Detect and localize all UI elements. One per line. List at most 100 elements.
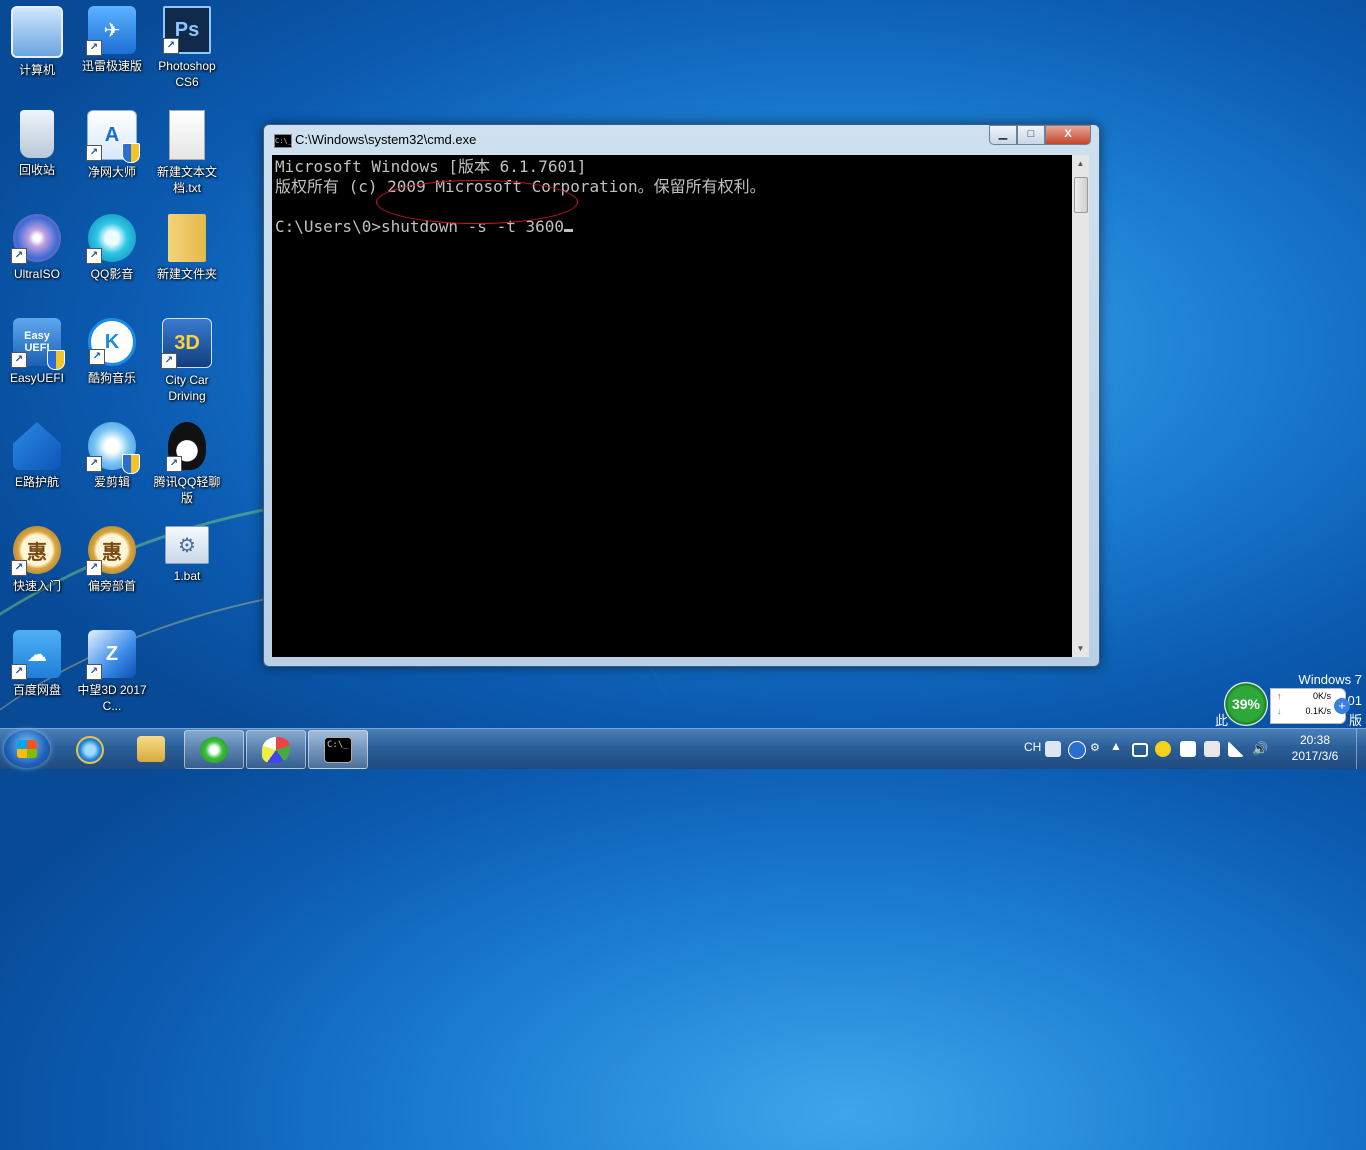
desktop-icon-thunder[interactable]: ✈ ↗ 迅雷极速版 <box>76 0 148 74</box>
folder-icon <box>168 214 206 262</box>
text-file-icon <box>169 110 205 160</box>
clock-date: 2017/3/6 <box>1291 749 1339 763</box>
taskbar-paint[interactable] <box>246 730 306 769</box>
network-meter[interactable]: 39% ↑ 0K/s ↓ 0.1K/s + <box>1224 682 1352 726</box>
settings-icon[interactable]: ⚙ <box>1090 741 1106 757</box>
taskbar-cmd[interactable]: C:\_ <box>308 730 368 769</box>
desktop-icon-easyuefi[interactable]: Easy UEFI ↗ EasyUEFI <box>1 312 73 386</box>
icon-label: 爱剪辑 <box>93 475 130 489</box>
clock[interactable]: 20:38 2017/3/6 <box>1282 732 1348 764</box>
city-car-icon: 3D ↗ <box>161 318 212 369</box>
penguin-icon: ↗ <box>166 422 206 472</box>
close-button[interactable]: X <box>1045 125 1091 145</box>
net-master-icon: A ↗ <box>86 110 140 163</box>
desktop-icon-baidu-netdisk[interactable]: ☁ ↗ 百度网盘 <box>1 624 73 698</box>
volume-icon[interactable]: 🔊 <box>1252 741 1268 757</box>
icon-label: EasyUEFI <box>9 371 64 385</box>
red-annotation-circle <box>376 180 578 224</box>
folder-icon <box>137 736 165 762</box>
language-indicator[interactable]: CH <box>1024 740 1041 780</box>
desktop-icon-quick-start[interactable]: 惠 ↗ 快速入门 <box>1 520 73 594</box>
console-output[interactable]: Microsoft Windows [版本 6.1.7601] 版权所有 (c) … <box>272 155 1072 657</box>
icon-label: 腾讯QQ轻聊版 <box>153 475 221 505</box>
icon-label: 新建文本文档.txt <box>156 165 217 195</box>
coin-icon: 惠 ↗ <box>86 526 136 576</box>
error-icon[interactable] <box>1180 741 1196 757</box>
coin-icon: 惠 ↗ <box>11 526 61 576</box>
taskbar-browser[interactable] <box>184 730 244 769</box>
ie-icon <box>76 736 104 764</box>
icon-label: 中望3D 2017 C... <box>77 683 147 713</box>
window-controls: ▁ □ X <box>989 125 1091 145</box>
icon-label: 快速入门 <box>12 579 61 593</box>
film-reel-icon: ↗ <box>86 214 136 264</box>
clock-time: 20:38 <box>1299 733 1331 747</box>
desktop-icon-zw3d[interactable]: Z ↗ 中望3D 2017 C... <box>76 624 148 714</box>
desktop-icon-new-text-file[interactable]: 新建文本文档.txt <box>151 104 223 196</box>
taskbar-ie[interactable] <box>60 730 118 767</box>
download-arrow-icon: ↓ <box>1277 706 1282 716</box>
desktop-icon-qq-lite[interactable]: ↗ 腾讯QQ轻聊版 <box>151 416 223 506</box>
desktop-icon-bat-file[interactable]: ⚙ 1.bat <box>151 520 223 584</box>
display-icon[interactable] <box>1132 743 1148 757</box>
palette-icon <box>262 737 290 763</box>
easyuefi-icon: Easy UEFI ↗ <box>11 318 65 370</box>
taskbar: C:\_ CH ⚙ ▲ 🔊 20:38 2017/3/6 <box>0 728 1366 769</box>
vertical-scrollbar[interactable]: ▲ ▼ <box>1072 155 1089 657</box>
plus-icon[interactable]: + <box>1334 698 1350 714</box>
cmd-window[interactable]: C:\_ C:\Windows\system32\cmd.exe ▁ □ X M… <box>263 124 1100 667</box>
photoshop-icon: Ps ↗ <box>163 6 211 54</box>
icon-label: 回收站 <box>18 163 55 177</box>
icon-label: 偏旁部首 <box>87 579 136 593</box>
console-prompt: C:\Users\0> <box>275 217 381 236</box>
desktop-icon-recycle-bin[interactable]: 回收站 <box>1 104 73 178</box>
plus-circle-icon[interactable] <box>1155 741 1171 757</box>
help-icon[interactable] <box>1068 741 1086 759</box>
icon-label: 净网大师 <box>87 165 136 179</box>
scroll-down-arrow-icon[interactable]: ▼ <box>1072 640 1089 657</box>
desktop-icon-net-master[interactable]: A ↗ 净网大师 <box>76 104 148 180</box>
show-hidden-icons-icon[interactable]: ▲ <box>1110 739 1126 755</box>
show-desktop-button[interactable] <box>1356 729 1366 769</box>
upload-arrow-icon: ↑ <box>1277 691 1282 701</box>
icon-label: E路护航 <box>14 475 59 489</box>
windows-logo-icon <box>17 740 37 758</box>
icon-label: City Car Driving <box>165 373 209 403</box>
cmd-icon: C:\_ <box>324 737 352 763</box>
zw3d-icon: Z ↗ <box>86 630 136 680</box>
desktop-icon-e-road[interactable]: E路护航 <box>1 416 73 490</box>
console-line-version: Microsoft Windows [版本 6.1.7601] <box>275 157 587 176</box>
disc-icon: ↗ <box>11 214 61 264</box>
icon-label: 计算机 <box>18 63 55 77</box>
start-button[interactable] <box>4 730 50 768</box>
console-input-line[interactable]: C:\Users\0>shutdown -s -t 3600 <box>275 217 1069 237</box>
desktop-icon-photoshop[interactable]: Ps ↗ Photoshop CS6 <box>151 0 223 90</box>
desktop-icon-ultraiso[interactable]: ↗ UltraISO <box>1 208 73 282</box>
window-titlebar[interactable]: C:\_ C:\Windows\system32\cmd.exe ▁ □ X <box>264 125 1099 153</box>
bird-icon: ✈ ↗ <box>86 6 136 56</box>
scroll-thumb[interactable] <box>1074 177 1088 213</box>
green-browser-icon <box>200 737 228 763</box>
maximize-button[interactable]: □ <box>1017 125 1045 145</box>
desktop-icon-qq-player[interactable]: ↗ QQ影音 <box>76 208 148 282</box>
desktop-icon-kugou[interactable]: K ↗ 酷狗音乐 <box>76 312 148 386</box>
desktop-icon-radicals[interactable]: 惠 ↗ 偏旁部首 <box>76 520 148 594</box>
desktop-icon-city-car-driving[interactable]: 3D ↗ City Car Driving <box>151 312 223 404</box>
icon-label: 1.bat <box>173 569 201 583</box>
taskbar-explorer[interactable] <box>122 730 180 767</box>
icon-label: QQ影音 <box>90 267 134 281</box>
cloud-icon: ☁ ↗ <box>11 630 61 680</box>
icon-label: Photoshop CS6 <box>158 59 216 89</box>
desktop-icon-aijianji[interactable]: ↗ 爱剪辑 <box>76 416 148 490</box>
network-signal-icon[interactable] <box>1228 741 1244 757</box>
scroll-up-arrow-icon[interactable]: ▲ <box>1072 155 1089 172</box>
desktop-icon-computer[interactable]: 计算机 <box>1 0 73 78</box>
keyboard-icon[interactable] <box>1045 741 1061 757</box>
icon-label: UltraISO <box>13 267 60 281</box>
home-shield-icon <box>13 422 61 470</box>
minimize-button[interactable]: ▁ <box>989 125 1017 145</box>
cmd-icon: C:\_ <box>274 134 292 148</box>
desktop-icon-new-folder[interactable]: 新建文件夹 <box>151 208 223 282</box>
usb-icon[interactable] <box>1204 741 1220 757</box>
video-editor-icon: ↗ <box>86 422 140 474</box>
